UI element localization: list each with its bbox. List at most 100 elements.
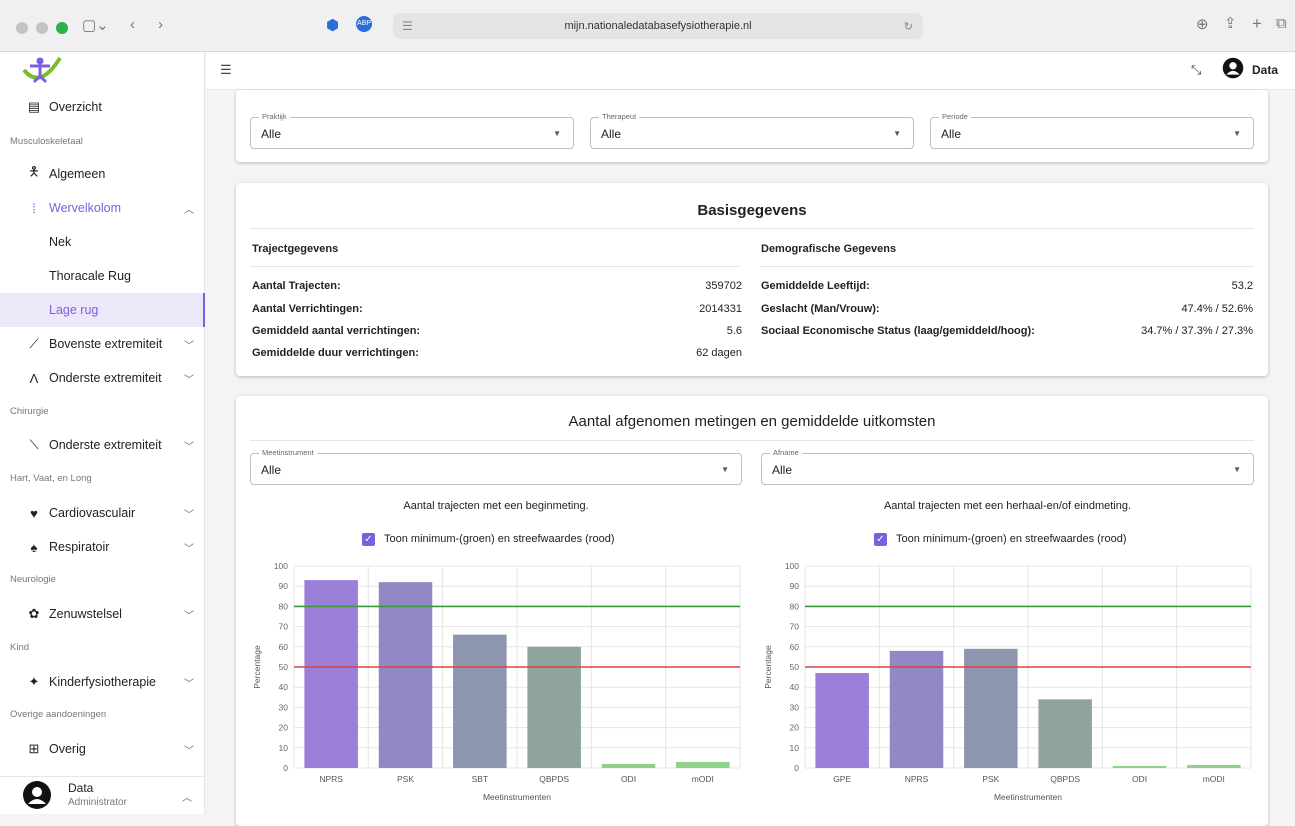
sidebar-item-wervelkolom[interactable]: ⁞ Wervelkolom ︿ — [0, 191, 205, 225]
brain-icon: ✿ — [28, 606, 40, 621]
arm-icon: ⟋ — [29, 336, 39, 351]
shield-extension-icon[interactable]: ⬢ — [326, 18, 339, 33]
field-value: Alle — [772, 463, 793, 477]
checkbox-reference-lines[interactable]: ✓ — [362, 533, 375, 546]
y-tick-label: 60 — [279, 642, 289, 652]
afname-select[interactable]: Afname Alle ▼ — [761, 448, 1254, 485]
divider — [760, 266, 1254, 267]
sidebar-item-onderste-extremiteit[interactable]: Λ Onderste extremiteit ﹀ — [0, 361, 205, 395]
chart-title: Aantal trajecten met een beginmeting. — [403, 500, 589, 512]
stat-value: 34.7% / 37.3% / 27.3% — [1141, 325, 1253, 337]
field-label: Therapeut — [599, 112, 640, 121]
sidebar-toggle-icon[interactable]: ▢⌄ — [82, 18, 109, 33]
x-tick-label: PSK — [982, 774, 999, 784]
field-label: Praktijk — [259, 112, 290, 121]
chevron-down-icon: ﹀ — [184, 374, 194, 386]
chevron-down-icon: ﹀ — [184, 678, 194, 690]
adblock-extension-icon[interactable]: ABP — [356, 16, 372, 32]
sidebar-item-bovenste-extremiteit[interactable]: ⟋ Bovenste extremiteit ﹀ — [0, 327, 205, 361]
stat-value: 5.6 — [726, 325, 742, 337]
bar-odi — [1112, 765, 1167, 768]
sidebar-item-onderste-extremiteit-chirurgie[interactable]: ⟍ Onderste extremiteit ﹀ — [0, 428, 205, 462]
close-window-button[interactable] — [16, 22, 28, 34]
download-icon[interactable]: ⊕ — [1196, 17, 1209, 32]
checkbox-label: Toon minimum-(groen) en streefwaardes (r… — [384, 533, 615, 545]
list-icon: ▤ — [27, 99, 41, 114]
field-label: Afname — [770, 448, 802, 457]
sidebar-item-cardiovasculair[interactable]: ♥ Cardiovasculair ﹀ — [0, 496, 205, 530]
sidebar-item-thoracale-rug[interactable]: Thoracale Rug — [0, 259, 205, 293]
tab-overview-icon[interactable]: ⧉ — [1276, 16, 1287, 31]
bar-psk — [378, 582, 433, 768]
browser-toolbar: ▢⌄ ‹ › ⬢ ABP ☰ mijn.nationaledatabasefys… — [0, 0, 1295, 52]
y-axis-label: Percentage — [252, 645, 262, 689]
meetinstrument-select[interactable]: Meetinstrument Alle ▼ — [250, 448, 742, 485]
chart-herhaalmeting: 0 10 20 30 40 50 60 70 80 90 100 GPE NPRS PSK QBPDS ODI… — [763, 561, 1252, 802]
section-label: Kind — [10, 642, 30, 653]
sidebar-item-nek[interactable]: Nek — [0, 225, 205, 259]
sidebar-item-kinderfysiotherapie[interactable]: ✦ Kinderfysiotherapie ﹀ — [0, 665, 205, 699]
divider — [250, 228, 1254, 229]
fullscreen-exit-icon[interactable]: ⤡ — [1191, 62, 1201, 78]
y-tick-label: 20 — [790, 723, 800, 733]
share-icon[interactable]: ⇪ — [1224, 16, 1237, 31]
card-title: Aantal afgenomen metingen en gemiddelde … — [568, 413, 936, 430]
y-tick-label: 80 — [790, 601, 800, 611]
new-tab-icon[interactable]: + — [1252, 15, 1262, 32]
x-tick-label: mODI — [1203, 774, 1225, 784]
sidebar-item-zenuwstelsel[interactable]: ✿ Zenuwstelsel ﹀ — [0, 597, 205, 631]
y-tick-label: 90 — [279, 581, 289, 591]
y-tick-label: 30 — [279, 702, 289, 712]
chart-title: Aantal trajecten met een herhaal-en/of e… — [883, 500, 1132, 512]
y-axis-label: Percentage — [763, 645, 773, 689]
back-icon[interactable]: ‹ — [130, 17, 135, 32]
x-axis-label: Meetinstrumenten — [994, 792, 1062, 802]
reader-icon: ☰ — [402, 19, 413, 33]
section-label: Chirurgie — [10, 406, 49, 417]
bar-gpe — [815, 673, 869, 768]
forward-icon[interactable]: › — [158, 17, 163, 32]
child-icon: ✦ — [28, 674, 40, 689]
bar-nprs — [304, 580, 358, 768]
y-tick-label: 60 — [790, 642, 800, 652]
y-tick-label: 50 — [279, 662, 289, 672]
bar-modi — [1187, 764, 1241, 768]
basisgegevens-card: Basisgegevens Trajectgegevens Demografis… — [236, 183, 1268, 376]
user-menu[interactable]: Data Administrator ︿ — [0, 776, 205, 814]
user-name: Data — [68, 781, 94, 795]
checkbox-reference-lines[interactable]: ✓ — [874, 533, 887, 546]
header-user-label[interactable]: Data — [1252, 63, 1278, 77]
reload-icon[interactable]: ↻ — [904, 20, 913, 33]
sidebar-item-overig[interactable]: ⊞ Overig ﹀ — [0, 732, 205, 766]
x-axis-label: Meetinstrumenten — [483, 792, 551, 802]
sidebar-item-overzicht[interactable]: ▤ Overzicht — [0, 90, 205, 124]
chevron-down-icon: ﹀ — [184, 509, 194, 521]
stat-label: Geslacht (Man/Vrouw): — [761, 303, 880, 315]
x-tick-label: SBT — [472, 774, 489, 784]
maximize-window-button[interactable] — [56, 22, 68, 34]
praktijk-select[interactable]: Praktijk Alle ▼ — [250, 112, 574, 149]
url-text: mijn.nationaledatabasefysiotherapie.nl — [564, 20, 752, 32]
stat-label: Sociaal Economische Status (laag/gemidde… — [761, 325, 1035, 337]
x-tick-label: GPE — [833, 774, 851, 784]
y-tick-label: 20 — [279, 723, 289, 733]
periode-select[interactable]: Periode Alle ▼ — [930, 112, 1254, 149]
chart-beginmeting: 0 10 20 30 40 50 60 70 80 90 100 NPRS PSK SBT QBPDS ODI… — [252, 561, 741, 802]
bar-qbpds — [1038, 699, 1092, 768]
menu-collapse-icon[interactable]: ☰ — [220, 62, 232, 78]
minimize-window-button[interactable] — [36, 22, 48, 34]
sidebar-item-respiratoir[interactable]: ♠ Respiratoir ﹀ — [0, 530, 205, 564]
y-tick-label: 0 — [283, 763, 288, 773]
therapeut-select[interactable]: Therapeut Alle ▼ — [590, 112, 914, 149]
field-label: Meetinstrument — [259, 448, 317, 457]
sidebar-item-lage-rug[interactable]: Lage rug — [0, 293, 205, 327]
avatar[interactable] — [1222, 57, 1244, 79]
x-tick-label: QBPDS — [539, 774, 569, 784]
stat-value: 53.2 — [1231, 280, 1253, 292]
spine-icon: ⁞ — [32, 200, 36, 216]
y-tick-label: 80 — [279, 601, 289, 611]
field-value: Alle — [601, 127, 622, 141]
address-bar[interactable]: ☰ mijn.nationaledatabasefysiotherapie.nl… — [393, 13, 923, 39]
sidebar-item-algemeen[interactable]: 🯅 Algemeen — [0, 157, 205, 191]
x-tick-label: ODI — [621, 774, 636, 784]
